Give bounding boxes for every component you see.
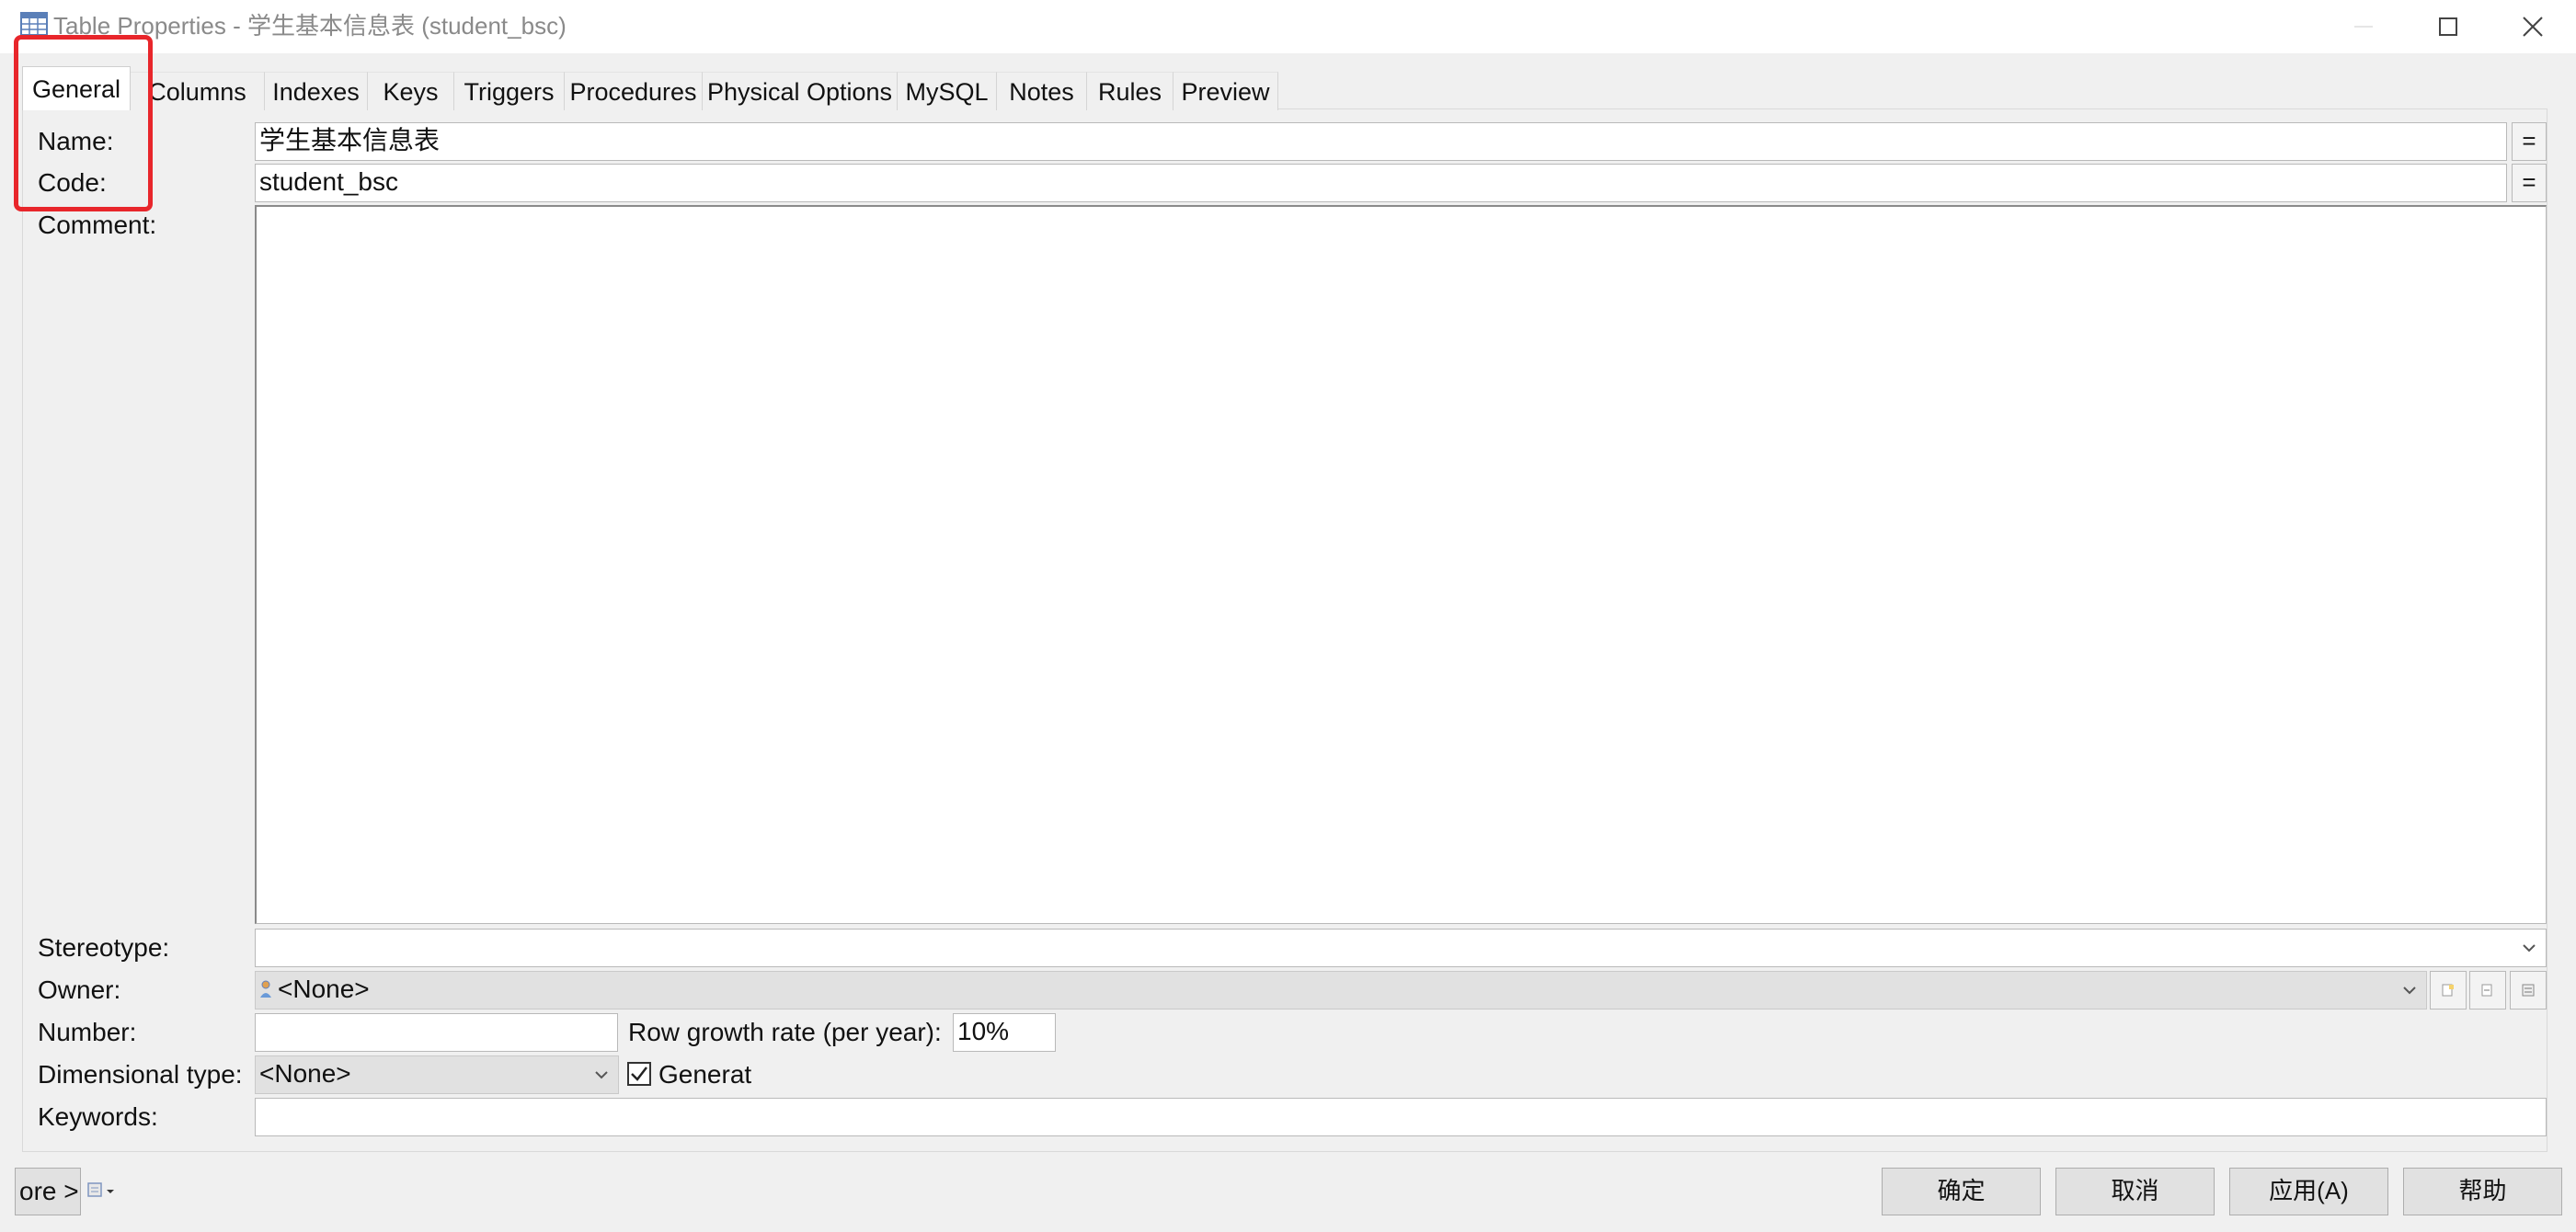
tab-notes[interactable]: Notes [997,72,1087,110]
minimize-icon [2354,26,2373,28]
owner-select-button[interactable] [2469,971,2506,1010]
tab-indexes[interactable]: Indexes [265,72,368,110]
chevron-down-icon [595,1071,608,1079]
user-icon [260,980,271,998]
comment-label: Comment: [38,211,157,239]
dimensional-type-select[interactable]: <None> [255,1055,619,1094]
apply-button[interactable]: 应用(A) [2229,1168,2388,1215]
title-bar: Table Properties - 学生基本信息表 (student_bsc) [0,0,2576,53]
checkmark-icon [631,1067,647,1081]
owner-create-button[interactable] [2430,971,2467,1010]
dimensional-type-label: Dimensional type: [38,1060,243,1089]
keywords-label: Keywords: [38,1102,158,1131]
code-sync-button[interactable]: = [2512,164,2547,202]
comment-textarea[interactable] [255,205,2547,924]
table-icon [20,12,48,36]
chevron-down-icon[interactable] [2402,985,2417,996]
owner-properties-button[interactable] [2510,971,2547,1010]
highlight-box [14,35,153,211]
minimize-button[interactable] [2321,0,2406,53]
owner-value: <None> [278,975,370,1003]
maximize-button[interactable] [2406,0,2490,53]
help-button[interactable]: 帮助 [2403,1168,2562,1215]
stereotype-label: Stereotype: [38,933,170,962]
close-icon [2523,17,2543,37]
tab-procedures[interactable]: Procedures [565,72,703,110]
row-growth-field[interactable]: 10% [953,1013,1056,1052]
menu-dropdown-icon [87,1182,114,1197]
tab-preview[interactable]: Preview [1174,72,1278,110]
more-button[interactable]: ore > [15,1168,81,1215]
number-label: Number: [38,1018,137,1046]
number-field[interactable] [255,1013,618,1052]
tab-physical-options[interactable]: Physical Options [703,72,898,110]
properties-icon [2522,984,2535,997]
select-object-icon [2481,984,2492,997]
code-field[interactable]: student_bsc [255,164,2507,202]
tab-triggers[interactable]: Triggers [454,72,565,110]
tab-rules[interactable]: Rules [1087,72,1174,110]
new-object-icon [2442,984,2454,997]
generate-checkbox[interactable] [627,1062,651,1086]
dropdown-menu-button[interactable] [86,1180,121,1203]
cancel-button[interactable]: 取消 [2055,1168,2215,1215]
owner-combobox[interactable]: <None> [255,971,2427,1010]
owner-label: Owner: [38,975,121,1004]
stereotype-combobox[interactable] [255,929,2547,967]
ok-button[interactable]: 确定 [1882,1168,2041,1215]
dimensional-type-value: <None> [259,1059,351,1088]
chevron-down-icon[interactable] [2522,942,2536,953]
name-field[interactable]: 学生基本信息表 [255,122,2507,161]
tab-keys[interactable]: Keys [368,72,454,110]
keywords-field[interactable] [255,1098,2547,1136]
generate-label: Generat [658,1060,752,1089]
tab-mysql[interactable]: MySQL [898,72,997,110]
name-code-sync-button[interactable]: = [2512,122,2547,161]
close-button[interactable] [2490,0,2575,53]
row-growth-label: Row growth rate (per year): [628,1018,942,1046]
maximize-icon [2439,17,2457,36]
